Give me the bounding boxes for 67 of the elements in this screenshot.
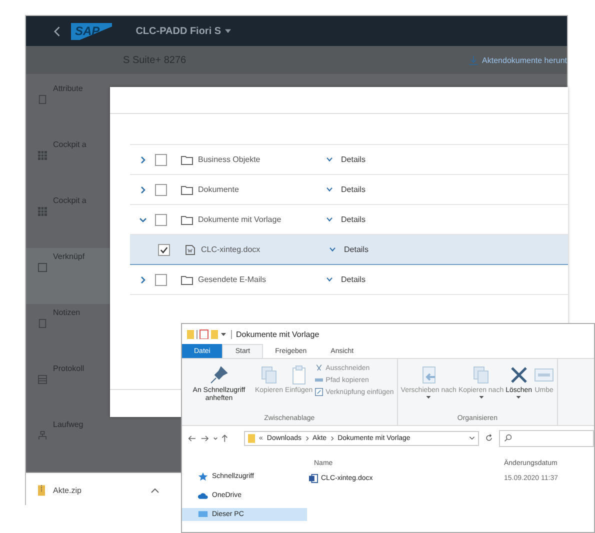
copy-icon xyxy=(259,365,280,385)
zip-file-icon xyxy=(38,484,45,496)
chevron-down-icon[interactable] xyxy=(326,217,333,222)
document-icon xyxy=(184,244,196,254)
tree-item-label: Dokumente xyxy=(198,185,240,194)
monitor-icon xyxy=(198,510,208,519)
chevron-right-icon xyxy=(330,436,334,440)
sidebar-icon xyxy=(38,207,47,216)
quick-access-toolbar-icon[interactable] xyxy=(187,329,227,339)
tree-row[interactable]: CLC-xinteg.docx Details xyxy=(130,235,568,265)
sidebar-icon xyxy=(38,151,47,160)
folder-icon xyxy=(181,274,193,284)
expand-icon[interactable] xyxy=(138,216,146,224)
details-link[interactable]: Details xyxy=(341,155,366,164)
chevron-down-icon[interactable] xyxy=(326,277,333,282)
caret-icon[interactable] xyxy=(225,28,232,34)
search-field[interactable] xyxy=(499,430,594,446)
pin-icon xyxy=(209,365,229,385)
tree-item-label: CLC-xinteg.docx xyxy=(201,245,262,254)
delete-icon xyxy=(508,365,529,385)
sidebar-icon xyxy=(38,319,47,328)
tree-row[interactable]: Dokumente Details xyxy=(130,175,568,205)
details-link[interactable]: Details xyxy=(344,245,368,254)
refresh-icon[interactable] xyxy=(485,434,493,442)
back-icon[interactable] xyxy=(54,26,61,36)
folder-icon xyxy=(248,434,255,442)
shortcut-icon xyxy=(314,388,323,396)
checkbox[interactable] xyxy=(158,244,170,256)
folder-icon xyxy=(181,214,193,224)
scissors-icon xyxy=(314,364,323,372)
checkbox[interactable] xyxy=(155,214,167,226)
tree-item-label: Business Objekte xyxy=(198,155,262,164)
sidebar-icon xyxy=(38,95,47,104)
sidebar-icon xyxy=(38,431,47,440)
app-title[interactable]: CLC-PADD Fiori S xyxy=(136,26,222,36)
download-item[interactable]: Akte.zip xyxy=(53,486,82,494)
expand-icon[interactable] xyxy=(138,156,146,164)
folder-icon xyxy=(181,184,193,194)
chevron-down-icon[interactable] xyxy=(329,247,336,252)
chevron-down-icon[interactable] xyxy=(326,187,333,192)
expand-icon[interactable] xyxy=(138,276,146,284)
checkbox[interactable] xyxy=(155,184,167,196)
caret-up-icon[interactable] xyxy=(151,488,160,492)
sidebar-icon xyxy=(38,375,47,384)
tree-item-label: Gesendete E-Mails xyxy=(198,275,268,284)
chevron-down-icon[interactable] xyxy=(326,157,333,162)
chevron-right-icon xyxy=(306,436,309,440)
cloud-icon xyxy=(198,491,208,500)
path-icon xyxy=(314,376,323,384)
window-title: Dokumente mit Vorlage xyxy=(231,330,320,338)
search-icon xyxy=(504,434,512,442)
download-link[interactable]: Aktendokumente herunt xyxy=(482,56,567,64)
details-link[interactable]: Details xyxy=(341,215,366,224)
folder-icon xyxy=(181,154,193,164)
star-icon xyxy=(198,472,208,481)
checkbox[interactable] xyxy=(155,274,167,286)
copy-icon xyxy=(471,365,492,385)
tree-row[interactable]: Gesendete E-Mails Details xyxy=(130,265,568,295)
details-link[interactable]: Details xyxy=(341,275,366,284)
tree-item-label: Dokumente mit Vorlage xyxy=(198,215,282,224)
expand-icon[interactable] xyxy=(138,186,146,194)
sidebar-icon xyxy=(38,263,47,272)
chevron-down-icon[interactable] xyxy=(469,436,475,440)
word-document-icon xyxy=(309,474,318,482)
tree-row[interactable]: Business Objekte Details xyxy=(130,145,568,175)
details-link[interactable]: Details xyxy=(341,185,366,194)
checkbox[interactable] xyxy=(155,154,167,166)
